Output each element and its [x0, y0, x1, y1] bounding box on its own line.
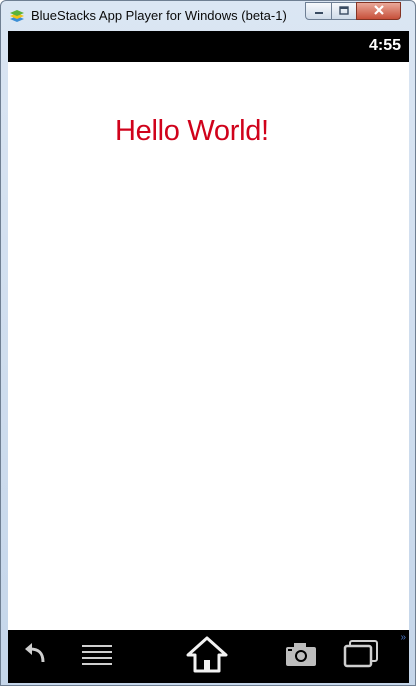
minimize-icon — [314, 2, 324, 20]
bluestacks-window: BlueStacks App Player for Windows (beta-… — [0, 0, 416, 686]
app-content: Hello World! — [8, 62, 409, 630]
status-bar: 4:55 — [8, 31, 409, 62]
menu-button[interactable] — [80, 636, 114, 676]
close-button[interactable] — [356, 2, 401, 20]
window-title: BlueStacks App Player for Windows (beta-… — [31, 8, 287, 23]
more-indicator[interactable]: » — [400, 632, 405, 643]
minimize-button[interactable] — [305, 2, 332, 20]
maximize-icon — [339, 2, 349, 20]
camera-button[interactable] — [283, 636, 319, 676]
close-icon — [373, 2, 385, 20]
navigation-bar: » — [8, 630, 409, 683]
android-screen[interactable]: 4:55 Hello World! » — [8, 31, 409, 683]
back-button[interactable] — [20, 636, 52, 676]
window-switch-icon — [343, 639, 379, 674]
camera-icon — [284, 640, 318, 673]
window-switch-button[interactable] — [341, 636, 381, 676]
title-bar[interactable]: BlueStacks App Player for Windows (beta-… — [1, 1, 415, 31]
home-icon — [185, 635, 229, 678]
menu-icon — [81, 642, 113, 671]
maximize-button[interactable] — [331, 2, 357, 20]
status-clock: 4:55 — [368, 37, 401, 54]
hello-world-text: Hello World! — [115, 115, 269, 147]
bluestacks-logo-icon — [9, 8, 25, 24]
home-button[interactable] — [184, 636, 230, 676]
back-icon — [22, 640, 50, 673]
